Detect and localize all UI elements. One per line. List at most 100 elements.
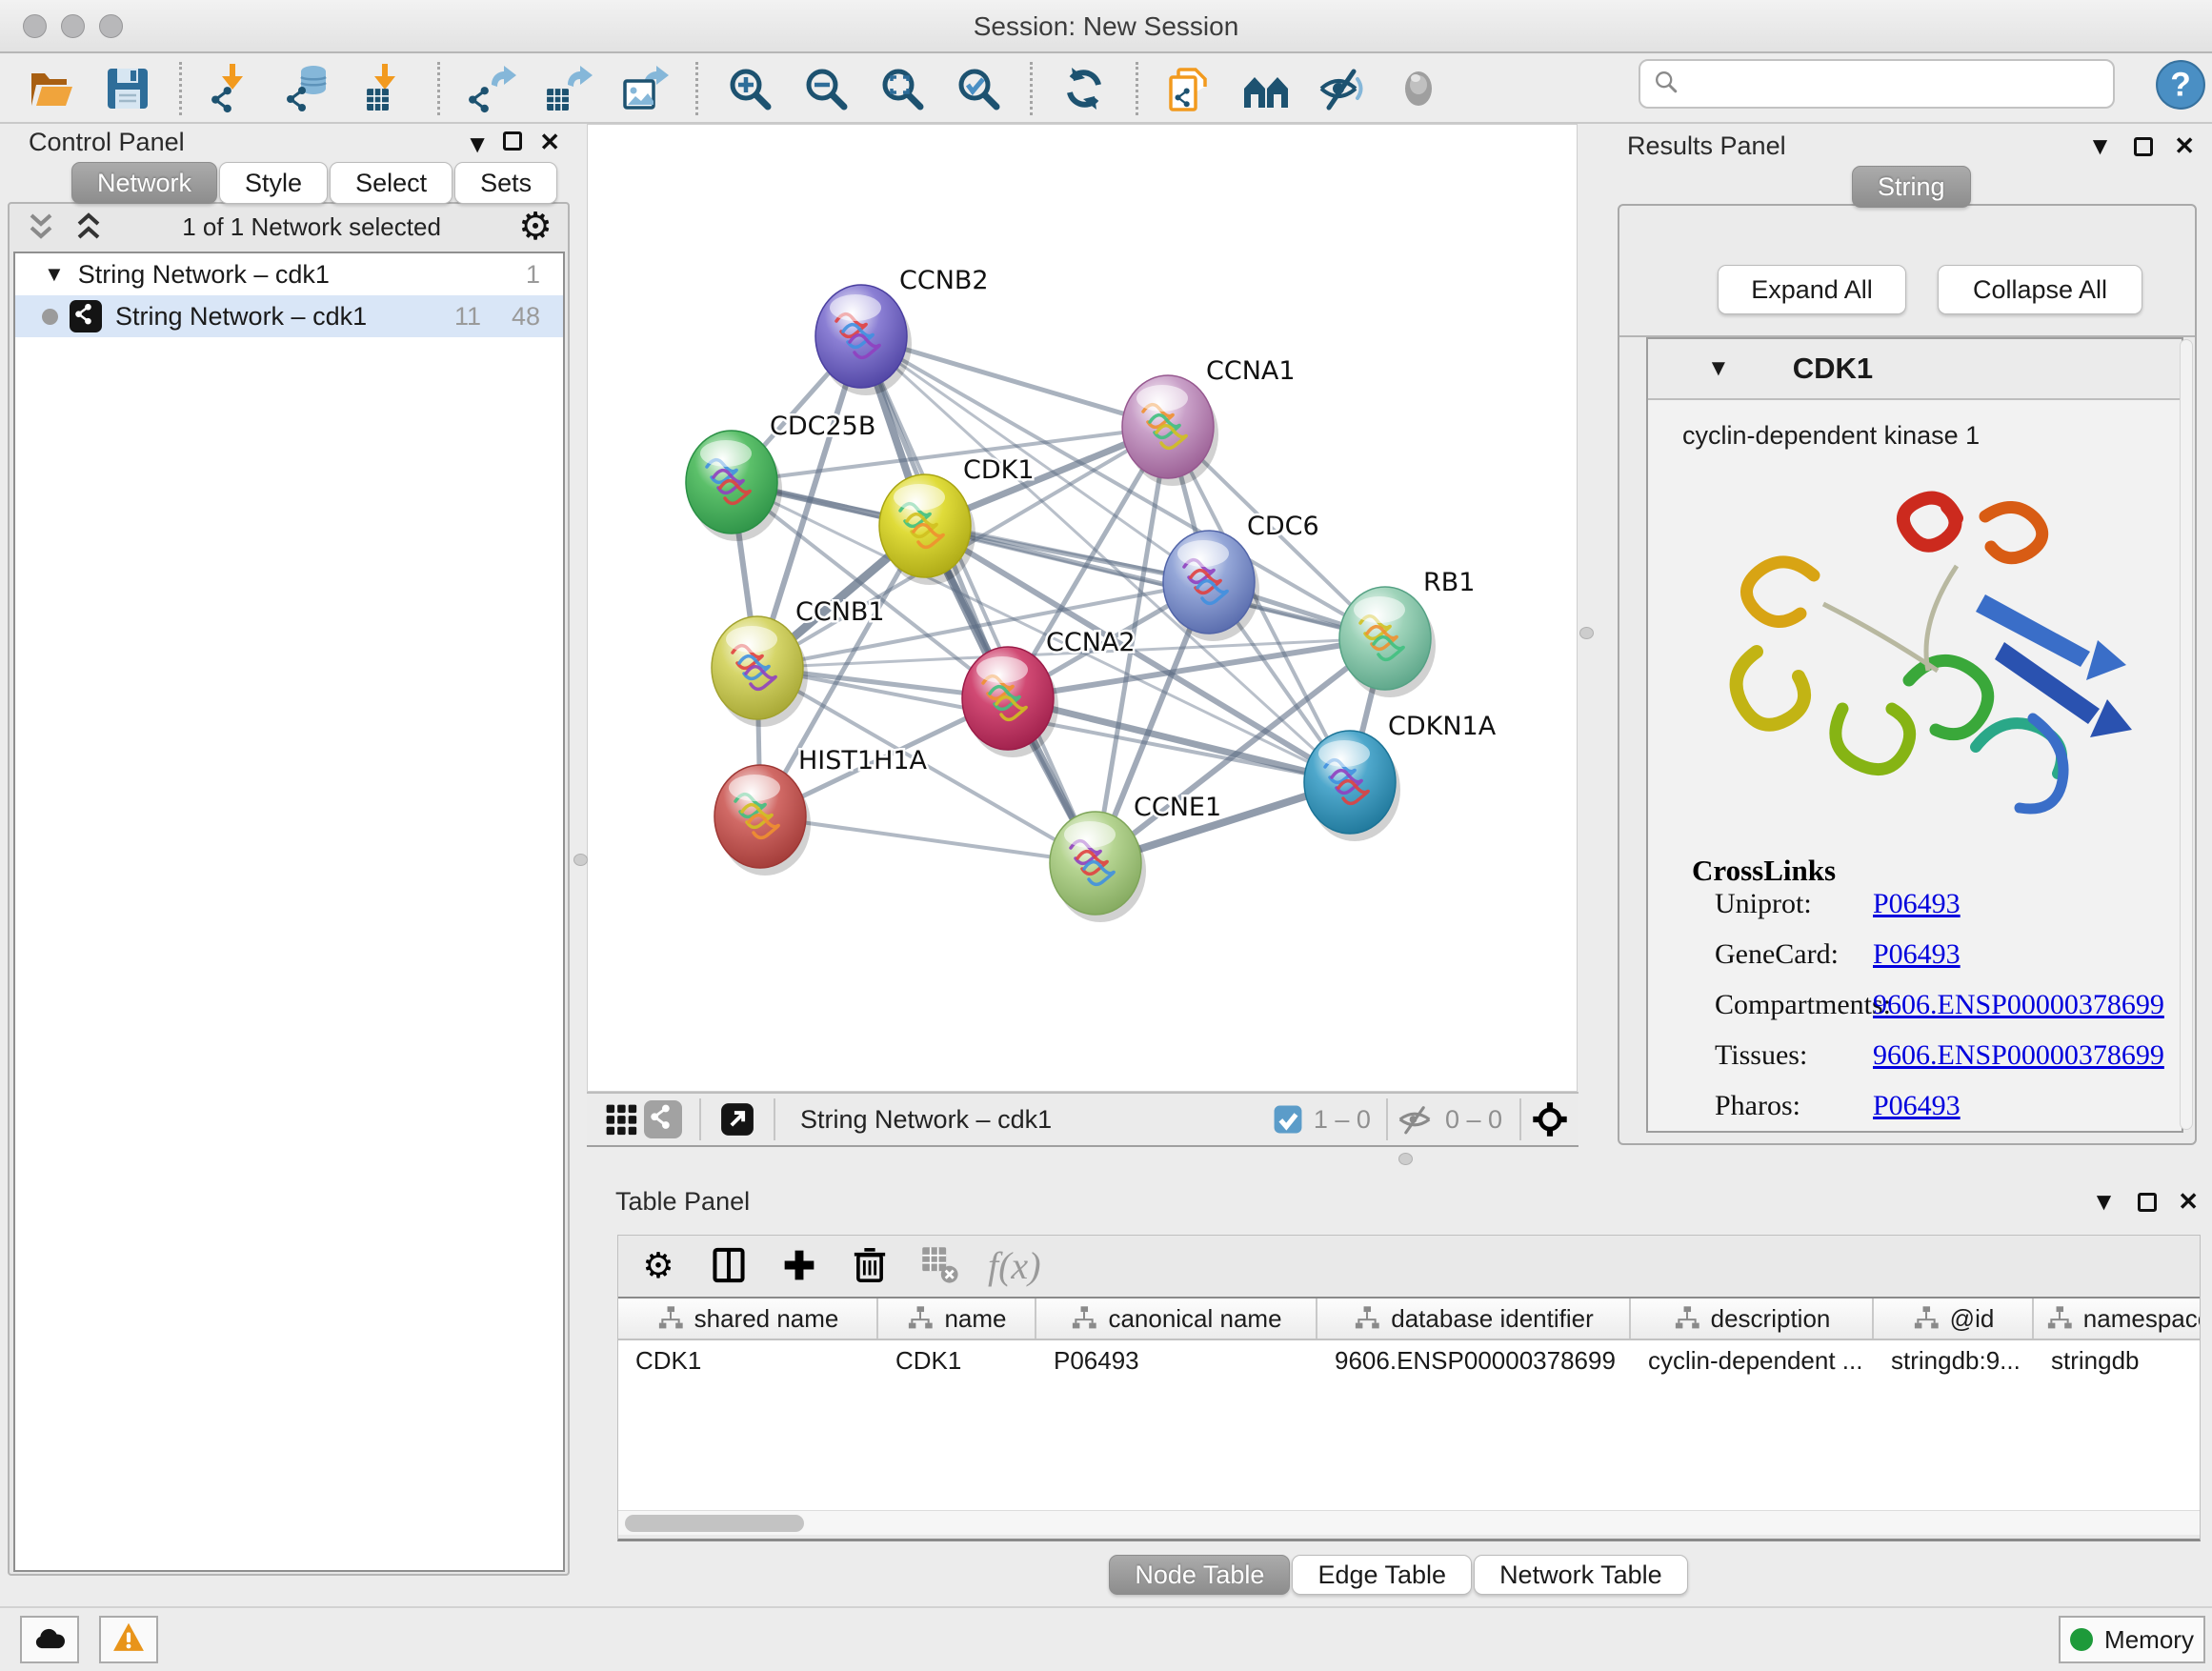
tab-select[interactable]: Select <box>330 162 452 204</box>
zoom-fit-icon[interactable] <box>875 61 930 116</box>
column-header-@id[interactable]: @id <box>1874 1299 2034 1339</box>
show-all-icon[interactable] <box>1391 61 1446 116</box>
right-splitter-handle[interactable] <box>1579 627 1594 639</box>
column-header-description[interactable]: description <box>1631 1299 1874 1339</box>
network-row-selected[interactable]: String Network – cdk1 11 48 <box>15 295 563 337</box>
results-panel-float-button[interactable] <box>2134 137 2153 156</box>
table-panel-menu-button[interactable]: ▼ <box>2092 1187 2117 1217</box>
column-header-shared-name[interactable]: shared name <box>618 1299 878 1339</box>
save-session-icon[interactable] <box>100 61 155 116</box>
duplicate-network-icon[interactable] <box>1162 61 1217 116</box>
help-button[interactable]: ? <box>2155 59 2206 111</box>
column-header-name[interactable]: name <box>878 1299 1036 1339</box>
network-tab-body: 1 of 1 Network selected ⚙ ▼ String Netwo… <box>8 202 570 1576</box>
gene-section-header[interactable]: ▼ CDK1 <box>1648 339 2182 400</box>
first-neighbors-icon[interactable] <box>1238 61 1294 116</box>
open-session-icon[interactable] <box>24 61 79 116</box>
search-input[interactable] <box>1688 69 2101 100</box>
hide-selected-icon[interactable] <box>1315 61 1370 116</box>
table-cell[interactable]: 9606.ENSP00000378699 <box>1317 1340 1631 1380</box>
expand-all-button[interactable]: Expand All <box>1718 265 1906 314</box>
table-cell[interactable]: P06493 <box>1036 1340 1317 1380</box>
node-label-CDC25B: CDC25B <box>770 412 875 441</box>
control-panel-close-button[interactable]: ✕ <box>539 128 560 157</box>
memory-button[interactable]: Memory <box>2059 1616 2205 1663</box>
expand-all-networks-icon[interactable] <box>72 211 105 243</box>
table-options-gear-icon[interactable]: ⚙ <box>635 1242 681 1288</box>
tab-edge-table[interactable]: Edge Table <box>1292 1555 1472 1595</box>
add-column-icon[interactable] <box>776 1242 822 1288</box>
cloud-button[interactable] <box>20 1616 79 1663</box>
tab-style[interactable]: Style <box>219 162 328 204</box>
detach-view-icon[interactable] <box>716 1098 758 1140</box>
zoom-out-icon[interactable] <box>798 61 854 116</box>
network-graph[interactable]: CCNB2 CCNA1 CDC25B CDK1 CDC6 RB1 CCNB1 <box>588 125 1579 1093</box>
control-panel-menu-button[interactable]: ▼ <box>465 130 490 159</box>
network-view-type-icon[interactable] <box>642 1098 684 1140</box>
selected-checkbox-icon[interactable] <box>1272 1098 1304 1140</box>
tab-sets[interactable]: Sets <box>454 162 557 204</box>
table-cell[interactable]: stringdb <box>2034 1340 2200 1380</box>
edge-CCNB2-CCNE1[interactable] <box>861 336 1096 863</box>
import-table-icon[interactable] <box>358 61 413 116</box>
node-HIST1H1A[interactable]: HIST1H1A <box>714 746 928 876</box>
column-header-database-identifier[interactable]: database identifier <box>1317 1299 1631 1339</box>
tab-node-table[interactable]: Node Table <box>1109 1555 1290 1595</box>
zoom-selected-icon[interactable] <box>951 61 1006 116</box>
show-grid-icon[interactable] <box>600 1098 642 1140</box>
tab-network[interactable]: Network <box>71 162 217 204</box>
network-collection-row[interactable]: ▼ String Network – cdk1 1 <box>15 253 563 295</box>
show-columns-icon[interactable] <box>706 1242 752 1288</box>
node-table[interactable]: shared namenamecanonical namedatabase id… <box>618 1297 2200 1512</box>
table-panel-float-button[interactable] <box>2138 1193 2157 1212</box>
results-scrollbar[interactable] <box>2180 339 2193 1130</box>
column-header-canonical-name[interactable]: canonical name <box>1036 1299 1317 1339</box>
import-network-icon[interactable] <box>206 61 261 116</box>
column-header-namespace[interactable]: namespace <box>2034 1299 2200 1339</box>
tab-network-table[interactable]: Network Table <box>1474 1555 1688 1595</box>
collapse-all-button[interactable]: Collapse All <box>1938 265 2142 314</box>
crosslink-link[interactable]: P06493 <box>1873 888 1961 920</box>
table-panel-close-button[interactable]: ✕ <box>2178 1187 2199 1217</box>
table-hscrollbar[interactable] <box>618 1510 2200 1535</box>
node-RB1[interactable]: RB1 <box>1339 568 1475 697</box>
node-CDC6[interactable]: CDC6 <box>1163 512 1319 641</box>
table-hscrollbar-thumb[interactable] <box>625 1515 804 1532</box>
table-row[interactable]: CDK1CDK1P064939606.ENSP00000378699cyclin… <box>618 1340 2200 1380</box>
crosslink-link[interactable]: P06493 <box>1873 938 1961 971</box>
results-panel-menu-button[interactable]: ▼ <box>2088 131 2113 161</box>
table-cell[interactable]: CDK1 <box>618 1340 878 1380</box>
table-cell[interactable]: CDK1 <box>878 1340 1036 1380</box>
crosslink-link[interactable]: P06493 <box>1873 1090 1961 1122</box>
import-database-icon[interactable] <box>282 61 337 116</box>
table-header[interactable]: shared namenamecanonical namedatabase id… <box>618 1299 2200 1340</box>
export-table-icon[interactable] <box>540 61 595 116</box>
bottom-splitter-handle[interactable] <box>1398 1153 1413 1165</box>
export-image-icon[interactable] <box>616 61 672 116</box>
network-options-gear-icon[interactable]: ⚙ <box>518 208 553 246</box>
table-cell[interactable]: stringdb:9... <box>1874 1340 2034 1380</box>
collapse-all-networks-icon[interactable] <box>25 211 57 243</box>
network-canvas[interactable]: CCNB2 CCNA1 CDC25B CDK1 CDC6 RB1 CCNB1 <box>587 124 1578 1092</box>
export-network-icon[interactable] <box>464 61 519 116</box>
results-panel-close-button[interactable]: ✕ <box>2174 131 2195 161</box>
apply-layout-icon[interactable] <box>1056 61 1112 116</box>
collection-caret-icon[interactable]: ▼ <box>44 262 65 287</box>
crosslink-link[interactable]: 9606.ENSP00000378699 <box>1873 989 2164 1021</box>
table-cell[interactable]: cyclin-dependent ... <box>1631 1340 1874 1380</box>
control-panel-float-button[interactable] <box>503 131 522 151</box>
node-CDKN1A[interactable]: CDKN1A <box>1304 712 1497 841</box>
node-CCNB2[interactable]: CCNB2 <box>815 266 989 395</box>
tab-string[interactable]: String <box>1852 166 1971 208</box>
crosslink-link[interactable]: 9606.ENSP00000378699 <box>1873 1039 2164 1072</box>
hidden-eye-icon[interactable] <box>1394 1098 1436 1140</box>
warnings-button[interactable] <box>99 1616 158 1663</box>
gene-caret-icon[interactable]: ▼ <box>1707 355 1730 382</box>
table-body[interactable]: CDK1CDK1P064939606.ENSP00000378699cyclin… <box>618 1340 2200 1380</box>
left-splitter-handle[interactable] <box>573 854 588 866</box>
birds-eye-toggle-icon[interactable] <box>1529 1098 1571 1140</box>
search-box[interactable] <box>1639 59 2115 109</box>
zoom-in-icon[interactable] <box>722 61 777 116</box>
delete-column-icon[interactable] <box>847 1242 893 1288</box>
node-CCNE1[interactable]: CCNE1 <box>1050 793 1221 922</box>
